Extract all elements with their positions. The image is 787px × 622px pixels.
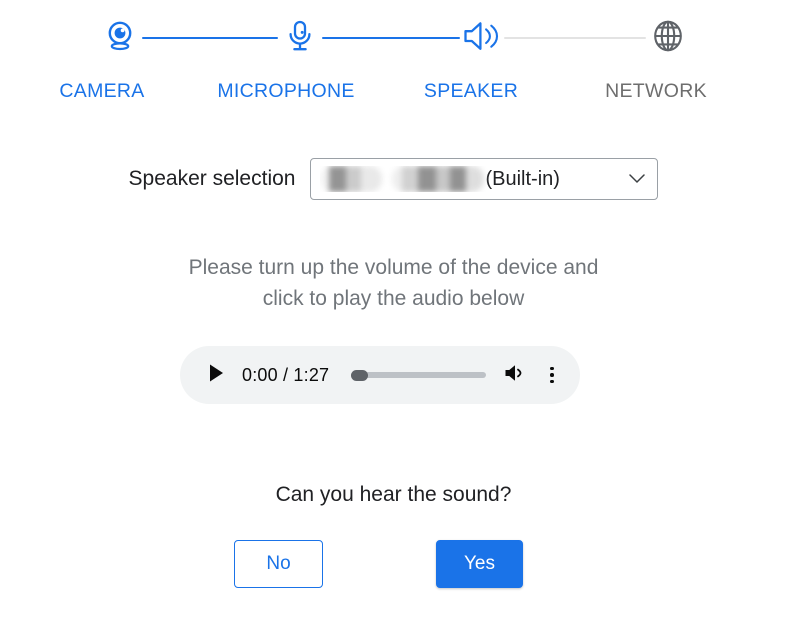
speaker-selection-value-suffix: (Built-in)	[485, 167, 560, 190]
answer-buttons: No Yes	[0, 540, 787, 590]
stepper-labels: CAMERA MICROPHONE SPEAKER NETWORK	[0, 80, 787, 110]
stepper-label-microphone[interactable]: MICROPHONE	[217, 80, 354, 103]
instruction-line-2: click to play the audio below	[262, 287, 525, 310]
more-dot-3	[550, 379, 554, 384]
stepper-connector-microphone-speaker	[321, 37, 460, 39]
volume-button[interactable]	[502, 362, 528, 388]
redacted-text-block-2	[392, 166, 485, 192]
stepper-label-network[interactable]: NETWORK	[605, 80, 707, 103]
speaker-icon	[461, 19, 503, 58]
audio-progress-track	[351, 372, 486, 378]
speaker-selection-value: (Built-in)	[320, 166, 617, 192]
more-dot-2	[550, 373, 554, 377]
redacted-text-block-1	[320, 166, 383, 192]
microphone-icon	[283, 18, 317, 59]
stepper-step-speaker[interactable]	[460, 16, 504, 60]
globe-icon	[651, 18, 685, 59]
volume-icon	[503, 362, 527, 389]
stepper-label-speaker[interactable]: SPEAKER	[424, 80, 518, 103]
audio-progress-slider[interactable]	[351, 365, 486, 385]
instruction-text: Please turn up the volume of the device …	[0, 252, 787, 314]
speaker-selection-label: Speaker selection	[128, 167, 296, 190]
no-button[interactable]: No	[234, 540, 323, 588]
stepper-step-network[interactable]	[646, 16, 690, 60]
stepper-step-camera[interactable]	[98, 16, 142, 60]
camera-icon	[102, 18, 138, 59]
play-button[interactable]	[204, 362, 230, 388]
stepper-step-microphone[interactable]	[278, 16, 322, 60]
speaker-selection-row: Speaker selection (Built-in)	[0, 158, 787, 200]
more-dot-1	[550, 366, 554, 371]
audio-time-display: 0:00 / 1:27	[242, 364, 330, 385]
audio-player[interactable]: 0:00 / 1:27	[180, 346, 580, 404]
stepper-label-camera[interactable]: CAMERA	[59, 80, 144, 103]
audio-progress-thumb[interactable]	[351, 369, 369, 381]
more-vertical-icon[interactable]	[542, 362, 562, 388]
device-test-stepper: CAMERA MICROPHONE SPEAKER NETWORK	[0, 0, 787, 118]
play-icon	[208, 363, 226, 388]
stepper-icons	[0, 14, 787, 62]
hear-sound-question: Can you hear the sound?	[275, 483, 512, 506]
stepper-connector-camera-microphone	[141, 37, 278, 39]
instruction-line-1: Please turn up the volume of the device …	[188, 256, 599, 279]
chevron-down-icon	[617, 174, 657, 184]
speaker-selection-dropdown[interactable]: (Built-in)	[310, 158, 659, 200]
yes-button[interactable]: Yes	[436, 540, 523, 588]
stepper-connector-speaker-network	[503, 37, 646, 39]
